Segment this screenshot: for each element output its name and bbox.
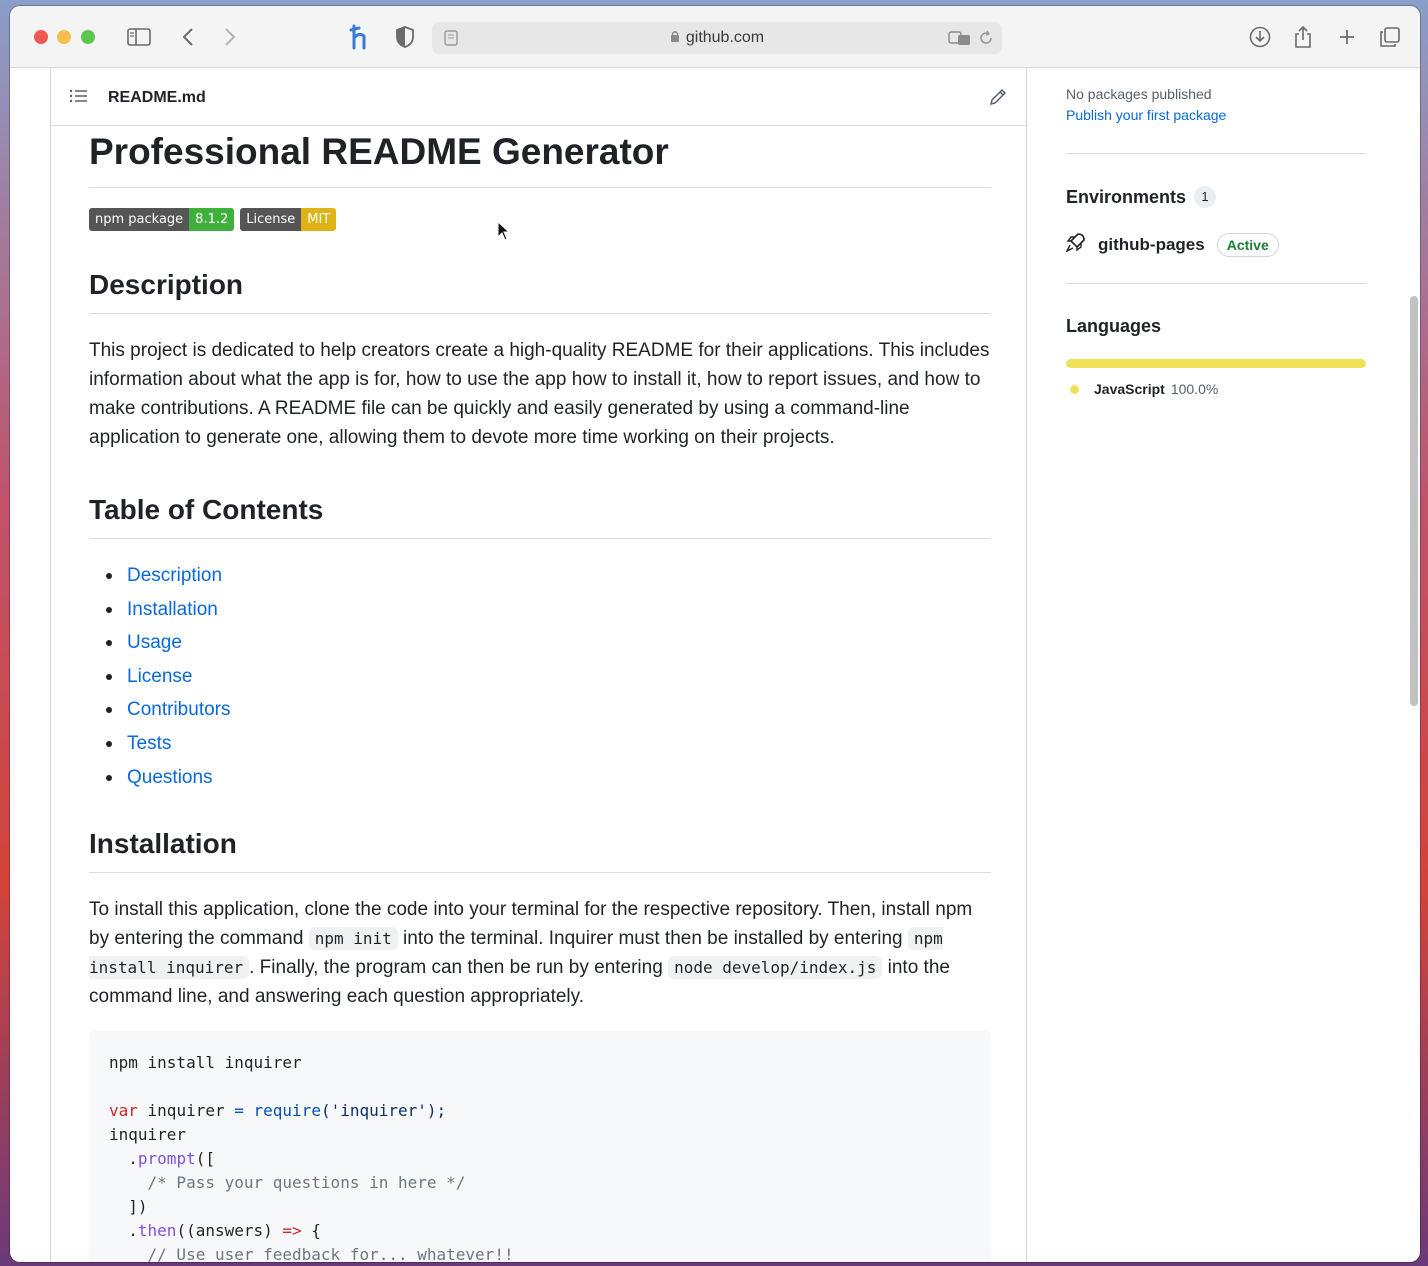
languages-bar [1066, 359, 1366, 368]
language-name: JavaScript [1094, 381, 1165, 397]
list-item: Contributors [89, 693, 991, 727]
description-text: This project is dedicated to help creato… [89, 340, 990, 448]
share-icon[interactable] [1292, 24, 1314, 50]
code-text: ]) [109, 1197, 148, 1217]
tab-overview-icon[interactable] [1378, 24, 1402, 50]
url-label: github.com [685, 29, 765, 46]
toc-link-usage[interactable]: Usage [127, 632, 182, 653]
browser-toolbar: github.com [10, 6, 1420, 68]
sidebar-toggle-icon[interactable] [126, 24, 152, 50]
code-operator: = [234, 1101, 244, 1121]
environment-row: github-pages Active [1065, 232, 1366, 257]
toc-link-questions[interactable]: Questions [127, 767, 213, 788]
code-text: inquirer [137, 1101, 235, 1121]
mouse-cursor-icon [497, 220, 511, 246]
code-comment: // Use user feedback for... whatever!! [109, 1245, 514, 1262]
environments-heading-label: Environments [1066, 186, 1187, 207]
languages-heading: Languages [1066, 316, 1162, 336]
language-percent: 100.0% [1170, 381, 1219, 397]
list-item: Tests [89, 727, 991, 761]
code-comment: /* Pass your questions in here */ [109, 1173, 466, 1193]
badge-label: npm package [89, 208, 190, 231]
installation-text-part: into the terminal. Inquirer must then be… [397, 928, 908, 950]
divider [1066, 153, 1366, 154]
environments-count: 1 [1194, 186, 1217, 208]
readme-panel: README.md Professional README Generator … [50, 68, 1027, 1262]
browser-window: github.com README.md Professional README… [10, 6, 1420, 1262]
close-window-button[interactable] [34, 30, 48, 44]
outline-list-icon[interactable] [69, 88, 89, 109]
toc-link-description[interactable]: Description [127, 565, 222, 586]
license-badge[interactable]: License MIT [240, 208, 337, 231]
installation-heading: Installation [89, 826, 991, 874]
file-header: README.md [51, 68, 1026, 126]
list-item: Questions [89, 761, 991, 795]
edit-pencil-icon[interactable] [988, 87, 1008, 112]
lock-icon [670, 30, 680, 48]
code-keyword: var [109, 1101, 138, 1121]
code-text: . [109, 1149, 138, 1169]
repo-sidebar: No packages published Publish your first… [1065, 68, 1366, 397]
npm-version-badge[interactable]: npm package 8.1.2 [89, 208, 235, 231]
installation-text-part: . Finally, the program can then be run b… [249, 957, 669, 979]
publish-package-link[interactable]: Publish your first package [1066, 107, 1366, 123]
privacy-shield-icon[interactable] [394, 24, 416, 50]
forward-icon[interactable] [220, 24, 240, 50]
environment-link[interactable]: github-pages [1098, 235, 1205, 255]
status-badge: Active [1216, 232, 1279, 257]
code-block: npm install inquirer var inquirer = requ… [89, 1031, 991, 1262]
extension-h-icon[interactable] [348, 24, 372, 50]
badge-label: License [240, 208, 302, 231]
back-icon[interactable] [178, 24, 198, 50]
inline-code: npm init [308, 927, 398, 951]
toc-link-tests[interactable]: Tests [127, 733, 171, 754]
code-text: ((answers) [176, 1221, 283, 1241]
code-operator: => [282, 1221, 302, 1241]
url-text: github.com [432, 29, 1002, 48]
maximize-window-button[interactable] [81, 30, 95, 44]
reload-icon[interactable] [978, 30, 994, 51]
downloads-icon[interactable] [1248, 24, 1272, 50]
minimize-window-button[interactable] [57, 30, 71, 44]
description-heading: Description [89, 267, 991, 314]
environments-heading[interactable]: Environments 1 [1066, 186, 1366, 208]
inline-code: node develop/index.js [668, 956, 883, 980]
code-string: ('inquirer'); [320, 1101, 447, 1121]
readme-title: Professional README Generator [89, 130, 991, 188]
toc-link-installation[interactable]: Installation [127, 599, 218, 620]
divider [1066, 283, 1366, 284]
list-item: Installation [89, 593, 991, 627]
installation-text: To install this application, clone the c… [89, 895, 991, 1011]
badge-value: MIT [301, 208, 337, 231]
new-tab-icon[interactable] [1336, 24, 1358, 50]
badge-value: 8.1.2 [189, 208, 235, 231]
code-function: then [137, 1221, 177, 1241]
code-function: require [253, 1101, 321, 1121]
badges-row: npm package 8.1.2 License MIT [89, 208, 991, 231]
code-line: npm install inquirer [109, 1053, 302, 1073]
address-bar[interactable]: github.com [432, 22, 1002, 54]
rocket-icon [1065, 232, 1086, 257]
toc-list: Description Installation Usage License C… [89, 559, 991, 794]
translate-icon[interactable] [948, 30, 972, 51]
code-text: { [301, 1221, 321, 1241]
language-color-dot [1070, 384, 1079, 394]
code-function: prompt [137, 1149, 196, 1169]
toc-link-contributors[interactable]: Contributors [127, 699, 231, 720]
page-scrollbar[interactable] [1410, 296, 1418, 706]
packages-text: No packages published [1066, 86, 1212, 102]
toc-link-license[interactable]: License [127, 666, 193, 687]
code-line: inquirer [109, 1125, 187, 1145]
list-item: License [89, 660, 991, 694]
readme-content: Professional README Generator npm packag… [89, 130, 991, 1262]
list-item: Description [89, 559, 991, 593]
file-name: README.md [108, 89, 206, 106]
list-item: Usage [89, 626, 991, 660]
toc-heading: Table of Contents [89, 492, 991, 539]
code-text: . [109, 1221, 138, 1241]
code-text: ([ [195, 1149, 215, 1169]
language-row[interactable]: JavaScript 100.0% [1066, 381, 1366, 397]
